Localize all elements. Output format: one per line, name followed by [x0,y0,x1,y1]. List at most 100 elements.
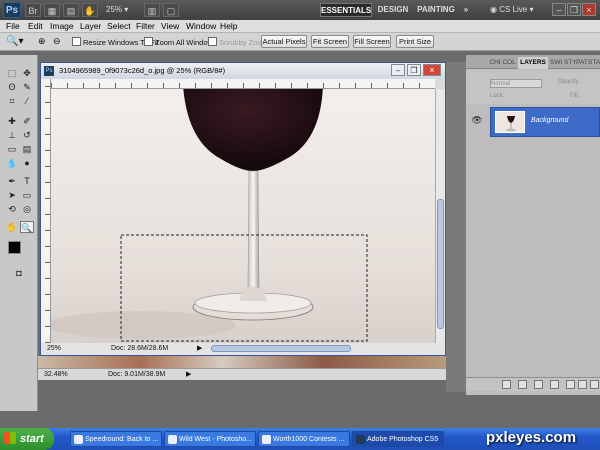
3d-orbit-tool-icon[interactable]: ◎ [20,203,34,215]
document-zoom[interactable]: 25% [47,343,61,355]
menu-window[interactable]: Window [186,20,216,33]
crop-tool-icon[interactable]: ⌗ [5,95,19,107]
zoom-tool-icon[interactable]: 🔍 [20,221,34,233]
layer-buttons-bar [466,377,600,391]
eraser-tool-icon[interactable]: ▭ [5,143,19,155]
actual-pixels-button[interactable]: Actual Pixels [261,35,307,48]
zoom-out-icon[interactable]: ⊖ [53,35,67,48]
dodge-tool-icon[interactable]: ● [20,157,34,169]
menu-filter[interactable]: Filter [136,20,155,33]
taskbar-item-wild-west[interactable]: Wild West - Photosho... [164,431,256,447]
doc-close-icon[interactable]: × [423,64,441,76]
horizontal-ruler[interactable] [51,79,435,89]
close-icon[interactable]: × [582,3,596,16]
zoom-all-windows-checkbox[interactable]: Zoom All Windows [144,37,217,47]
minibridge-icon[interactable]: ▦ [44,3,60,17]
tab-layers[interactable]: LAYERS [518,57,548,69]
photoshop-icon [356,435,365,444]
vertical-scrollbar[interactable] [435,89,445,343]
lasso-tool-icon[interactable]: ʘ [5,81,19,93]
eyedropper-tool-icon[interactable]: ⁄ [20,95,34,107]
fill-screen-button[interactable]: Fill Screen [353,35,391,48]
layer-row-background[interactable]: Background [490,107,600,137]
marquee-tool-icon[interactable]: ⬚ [5,67,19,79]
background-document-size[interactable]: Doc: 9.01M/38.9M [108,369,165,381]
new-layer-icon[interactable] [578,380,587,389]
menu-layer[interactable]: Layer [80,20,101,33]
tab-color[interactable]: COL [502,57,516,69]
more-workspaces-button[interactable]: » [460,3,472,17]
cs-live-menu[interactable]: ◉ CS Live ▾ [490,3,540,17]
photoshop-logo: Ps [3,2,21,18]
workspace-essentials-button[interactable]: ESSENTIALS [320,3,372,17]
blend-mode-dropdown[interactable]: Normal [490,79,542,88]
path-select-tool-icon[interactable]: ➤ [5,189,19,201]
menu-select[interactable]: Select [107,20,131,33]
document-title-bar[interactable]: Ps 3104965989_0f9073c26d_o.jpg @ 25% (RG… [41,63,445,79]
layer-mask-icon[interactable] [534,380,543,389]
layer-visibility-eye-icon[interactable]: 👁 [470,115,484,129]
taskbar-item-speedround[interactable]: Speedround: Back to ... [70,431,162,447]
adjustment-layer-icon[interactable] [550,380,559,389]
taskbar-item-photoshop[interactable]: Adobe Photoshop CS5 [352,431,444,447]
shape-tool-icon[interactable]: ▭ [20,189,34,201]
opacity-label: Opacity: [558,79,581,85]
zoom-tool-preset-icon[interactable]: 🔍▾ [6,35,28,48]
arrange-documents-icon[interactable]: ▥ [144,3,160,17]
3d-rotate-tool-icon[interactable]: ⟲ [5,203,19,215]
vertical-scroll-thumb[interactable] [437,199,444,329]
hand-tool-icon[interactable]: ✋ [82,3,98,17]
document-size[interactable]: Doc: 28.6M/28.6M [111,343,168,355]
quick-mask-icon[interactable]: ◘ [12,267,26,279]
minimize-icon[interactable]: – [552,3,566,16]
delete-layer-icon[interactable] [590,380,599,389]
blur-tool-icon[interactable]: 💧 [5,157,19,169]
tab-styles-2[interactable]: STA [588,57,600,69]
move-tool-icon[interactable]: ✥ [20,67,34,79]
hand-tool-icon[interactable]: ✋ [5,221,19,233]
clone-stamp-tool-icon[interactable]: ⊥ [5,129,19,141]
menu-image[interactable]: Image [50,20,74,33]
zoom-in-icon[interactable]: ⊕ [38,35,52,48]
tab-paths[interactable]: PAT [576,57,588,69]
background-document-zoom[interactable]: 32.48% [44,369,68,381]
restore-icon[interactable]: ❐ [567,3,581,16]
start-button[interactable]: start [0,428,54,450]
gradient-tool-icon[interactable]: ▤ [20,143,34,155]
new-group-icon[interactable] [566,380,575,389]
image-canvas[interactable] [51,89,435,343]
quick-select-tool-icon[interactable]: ✎ [20,81,34,93]
doc-minimize-icon[interactable]: – [391,64,405,76]
tab-channels[interactable]: CHI [488,57,502,69]
fit-screen-button[interactable]: Fit Screen [311,35,349,48]
document-status-bar: 25% Doc: 28.6M/28.6M ▶ [41,343,445,355]
menu-view[interactable]: View [161,20,179,33]
zoom-level-dropdown[interactable]: 25% ▾ [106,3,140,17]
healing-brush-tool-icon[interactable]: ✚ [5,115,19,127]
pen-tool-icon[interactable]: ✒ [5,175,19,187]
layer-style-icon[interactable] [518,380,527,389]
horizontal-scroll-thumb[interactable] [211,345,351,352]
vertical-ruler[interactable] [41,79,51,343]
workspace-design-button[interactable]: DESIGN [376,3,410,17]
scrubby-zoom-checkbox[interactable]: Scrubby Zoom [208,37,268,47]
status-menu-arrow-icon[interactable]: ▶ [186,369,191,381]
tab-swatches[interactable]: SWI [550,57,562,69]
screen-mode-icon[interactable]: ▢ [163,3,179,17]
menu-edit[interactable]: Edit [28,20,43,33]
type-tool-icon[interactable]: T [20,175,34,187]
menu-help[interactable]: Help [220,20,237,33]
history-brush-tool-icon[interactable]: ↺ [20,129,34,141]
doc-restore-icon[interactable]: ❐ [407,64,421,76]
bridge-icon[interactable]: Br [25,3,41,17]
status-menu-arrow-icon[interactable]: ▶ [197,343,202,355]
workspace-painting-button[interactable]: PAINTING [416,3,456,17]
link-layers-icon[interactable] [502,380,511,389]
foreground-color-swatch[interactable] [8,241,21,254]
tab-styles[interactable]: STY [564,57,577,69]
guides-icon[interactable]: ▤ [63,3,79,17]
brush-tool-icon[interactable]: ✐ [20,115,34,127]
menu-file[interactable]: File [6,20,20,33]
print-size-button[interactable]: Print Size [396,35,434,48]
taskbar-item-worth1000[interactable]: Worth1000 Contests ... [258,431,350,447]
